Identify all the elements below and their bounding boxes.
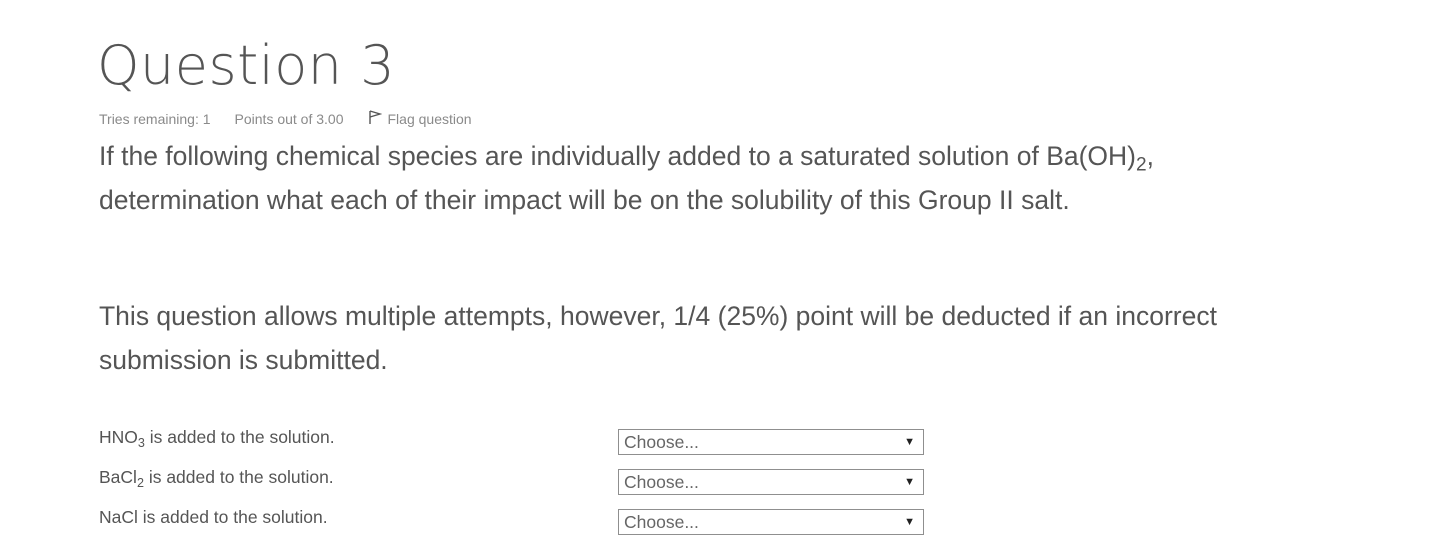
attempts-note: This question allows multiple attempts, …	[99, 301, 1217, 375]
flag-question-link[interactable]: Flag question	[368, 109, 472, 128]
dropdown-arrow-icon: ▼	[904, 436, 915, 448]
label-subscript: 3	[137, 435, 145, 450]
answer-label: NaCl is added to the solution.	[99, 507, 328, 528]
dropdown-arrow-icon: ▼	[904, 516, 915, 528]
label-prefix: HNO	[99, 427, 138, 447]
points-info: Points out of 3.00	[234, 110, 344, 127]
subscript: 2	[1136, 154, 1147, 176]
question-text: If the following chemical species are in…	[99, 134, 1239, 222]
answer-row: NaCl is added to the solution. Choose...…	[99, 507, 929, 537]
select-value: Choose...	[624, 432, 699, 452]
answer-label: BaCl2 is added to the solution.	[99, 467, 334, 490]
label-suffix: is added to the solution.	[144, 427, 335, 447]
question-title: Question 3	[97, 34, 396, 97]
dropdown-arrow-icon: ▼	[904, 476, 915, 488]
label-suffix: is added to the solution.	[143, 467, 334, 487]
select-value: Choose...	[624, 472, 699, 492]
select-value: Choose...	[624, 512, 699, 532]
flag-icon	[368, 109, 388, 128]
label-prefix: BaCl	[99, 467, 137, 487]
answer-select[interactable]: Choose... ▼	[618, 429, 924, 455]
question-text-line1: If the following chemical species are in…	[99, 141, 1137, 171]
answer-select[interactable]: Choose... ▼	[618, 509, 924, 535]
answer-row: BaCl2 is added to the solution. Choose..…	[99, 467, 929, 497]
tries-remaining: Tries remaining: 1	[99, 110, 211, 127]
question-text-comma: ,	[1146, 141, 1155, 171]
answer-label: HNO3 is added to the solution.	[99, 427, 335, 450]
answer-select[interactable]: Choose... ▼	[618, 469, 924, 495]
answer-row: HNO3 is added to the solution. Choose...…	[99, 427, 929, 457]
question-text-line2: determination what each of their impact …	[99, 185, 1070, 215]
flag-question-label: Flag question	[387, 110, 472, 127]
label-prefix: NaCl is added to the solution.	[99, 507, 328, 527]
question-info: Tries remaining: 1 Points out of 3.00 Fl…	[99, 109, 472, 128]
label-subscript: 2	[136, 475, 144, 490]
